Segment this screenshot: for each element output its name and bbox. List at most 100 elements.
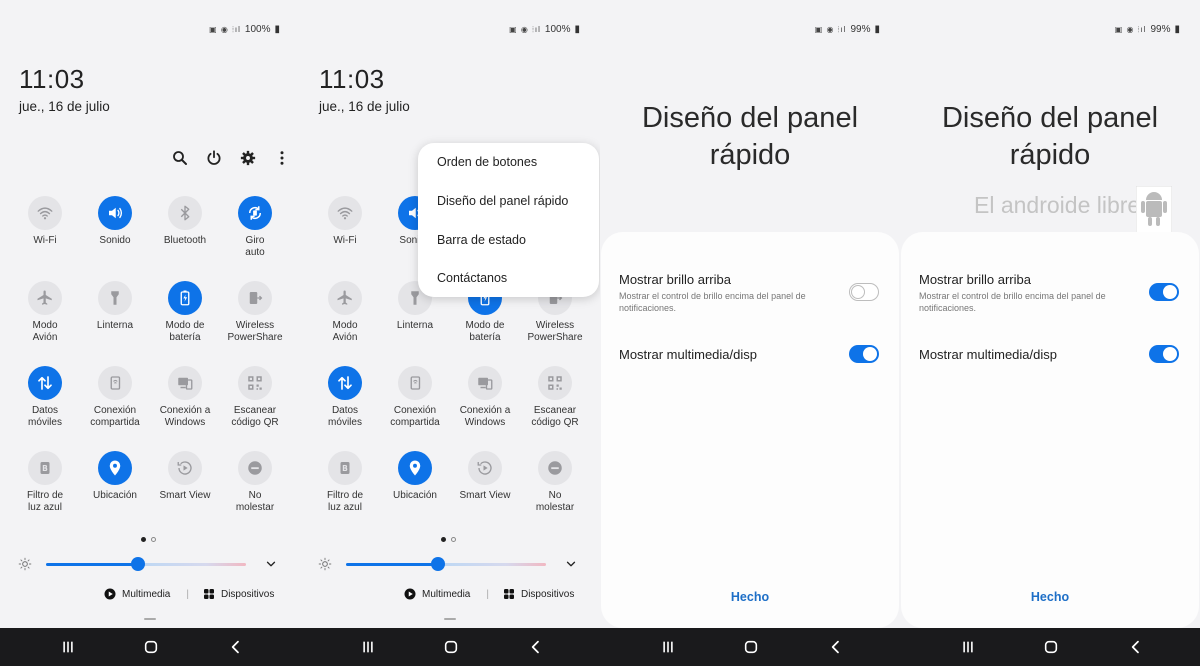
quick-tile[interactable]: Escanear código QR — [220, 366, 290, 451]
chevron-down-icon[interactable] — [264, 557, 278, 571]
done-button[interactable]: Hecho — [600, 590, 900, 604]
navigation-bar — [900, 628, 1200, 666]
back-icon[interactable] — [828, 639, 844, 655]
quick-tile-label: Wireless PowerShare — [227, 320, 283, 343]
quick-tile[interactable]: Datos móviles — [10, 366, 80, 451]
wifi-icon[interactable] — [28, 196, 62, 230]
home-icon[interactable] — [1043, 639, 1059, 655]
quick-tile[interactable]: Modo Avión — [310, 281, 380, 366]
menu-item-contact[interactable]: Contáctanos — [437, 271, 507, 285]
home-icon[interactable] — [143, 639, 159, 655]
recents-icon[interactable] — [660, 639, 676, 655]
flashlight-icon[interactable] — [98, 281, 132, 315]
dnd-icon[interactable] — [538, 451, 572, 485]
dnd-icon[interactable] — [238, 451, 272, 485]
brightness-thumb[interactable] — [131, 557, 145, 571]
powershare-icon[interactable] — [238, 281, 272, 315]
drag-handle[interactable] — [444, 618, 456, 620]
quick-tile[interactable]: Datos móviles — [310, 366, 380, 451]
quick-tile[interactable]: No molestar — [220, 451, 290, 536]
quick-tile[interactable]: Smart View — [150, 451, 220, 536]
media-devices-toggle[interactable] — [849, 345, 879, 363]
smart-view-icon[interactable] — [468, 451, 502, 485]
hotspot-icon[interactable] — [98, 366, 132, 400]
gear-icon[interactable] — [238, 148, 258, 168]
link-windows-icon[interactable] — [168, 366, 202, 400]
quick-tile[interactable]: Filtro de luz azul — [10, 451, 80, 536]
recents-icon[interactable] — [360, 639, 376, 655]
battery-mode-icon[interactable] — [168, 281, 202, 315]
settings-sheet: Mostrar brillo arriba Mostrar el control… — [601, 232, 899, 628]
airplane-icon[interactable] — [28, 281, 62, 315]
rotate-icon[interactable] — [238, 196, 272, 230]
bluetooth-icon[interactable] — [168, 196, 202, 230]
qr-icon[interactable] — [538, 366, 572, 400]
quick-tile[interactable]: Filtro de luz azul — [310, 451, 380, 536]
quick-tile[interactable]: Smart View — [450, 451, 520, 536]
home-icon[interactable] — [743, 639, 759, 655]
quick-tile[interactable]: No molestar — [520, 451, 590, 536]
mobile-data-icon[interactable] — [28, 366, 62, 400]
chevron-down-icon[interactable] — [564, 557, 578, 571]
brightness-thumb[interactable] — [431, 557, 445, 571]
quick-tile-label: No molestar — [235, 490, 275, 513]
quick-tile[interactable]: Wireless PowerShare — [220, 281, 290, 366]
status-icons: ▣ ◉ ⦙ıl — [209, 24, 241, 34]
mobile-data-icon[interactable] — [328, 366, 362, 400]
quick-tile[interactable]: Conexión compartida — [80, 366, 150, 451]
location-icon[interactable] — [98, 451, 132, 485]
more-vert-icon[interactable] — [272, 148, 292, 168]
quick-tile[interactable]: Conexión a Windows — [150, 366, 220, 451]
battery-percent: 99% — [1150, 24, 1171, 35]
hotspot-icon[interactable] — [398, 366, 432, 400]
brightness-slider[interactable] — [318, 555, 584, 573]
quick-tile[interactable]: Sonido — [80, 196, 150, 281]
sound-icon[interactable] — [98, 196, 132, 230]
quick-tile[interactable]: Modo de batería — [150, 281, 220, 366]
drag-handle[interactable] — [144, 618, 156, 620]
media-devices-toggle[interactable] — [1149, 345, 1179, 363]
menu-item-panel-layout[interactable]: Diseño del panel rápido — [437, 194, 568, 208]
quick-tile[interactable]: Wi-Fi — [310, 196, 380, 281]
wifi-icon[interactable] — [328, 196, 362, 230]
brightness-track[interactable] — [346, 563, 546, 566]
menu-item-status-bar[interactable]: Barra de estado — [437, 233, 526, 247]
media-button[interactable]: Multimedia — [122, 589, 170, 600]
quick-tile[interactable]: Ubicación — [380, 451, 450, 536]
home-icon[interactable] — [443, 639, 459, 655]
qr-icon[interactable] — [238, 366, 272, 400]
brightness-top-toggle[interactable] — [849, 283, 879, 301]
quick-tile[interactable]: Conexión a Windows — [450, 366, 520, 451]
power-icon[interactable] — [204, 148, 224, 168]
back-icon[interactable] — [528, 639, 544, 655]
quick-tile[interactable]: Wi-Fi — [10, 196, 80, 281]
media-button[interactable]: Multimedia — [422, 589, 470, 600]
quick-tile[interactable]: Bluetooth — [150, 196, 220, 281]
smart-view-icon[interactable] — [168, 451, 202, 485]
search-icon[interactable] — [170, 148, 190, 168]
done-button[interactable]: Hecho — [900, 590, 1200, 604]
blue-light-icon[interactable] — [28, 451, 62, 485]
menu-item-button-order[interactable]: Orden de botones — [437, 155, 537, 169]
location-icon[interactable] — [398, 451, 432, 485]
blue-light-icon[interactable] — [328, 451, 362, 485]
battery-icon: ▮ — [574, 24, 580, 35]
quick-tile[interactable]: Modo Avión — [10, 281, 80, 366]
devices-button[interactable]: Dispositivos — [521, 589, 574, 600]
quick-tile[interactable]: Conexión compartida — [380, 366, 450, 451]
link-windows-icon[interactable] — [468, 366, 502, 400]
back-icon[interactable] — [1128, 639, 1144, 655]
devices-button[interactable]: Dispositivos — [221, 589, 274, 600]
recents-icon[interactable] — [60, 639, 76, 655]
brightness-top-toggle[interactable] — [1149, 283, 1179, 301]
brightness-track[interactable] — [46, 563, 246, 566]
quick-tile[interactable]: Ubicación — [80, 451, 150, 536]
airplane-icon[interactable] — [328, 281, 362, 315]
status-bar: ▣ ◉ ⦙ıl 99% ▮ — [815, 24, 880, 35]
brightness-slider[interactable] — [18, 555, 284, 573]
recents-icon[interactable] — [960, 639, 976, 655]
quick-tile[interactable]: Giro auto — [220, 196, 290, 281]
quick-tile[interactable]: Escanear código QR — [520, 366, 590, 451]
quick-tile[interactable]: Linterna — [80, 281, 150, 366]
back-icon[interactable] — [228, 639, 244, 655]
